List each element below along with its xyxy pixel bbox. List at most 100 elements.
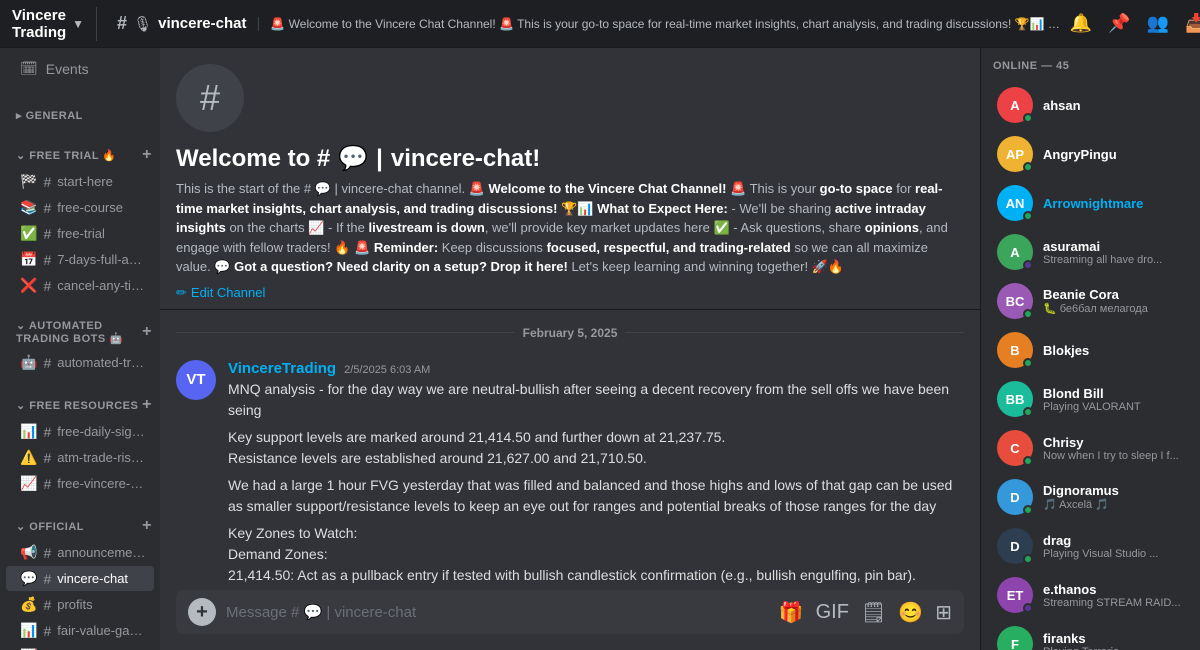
section-official-header[interactable]: ⌄ OFFICIAL + (0, 513, 160, 539)
message-avatar: VT (176, 360, 216, 400)
gif-icon[interactable]: GIF (816, 601, 849, 624)
online-user-arrownightmare[interactable]: AN Arrownightmare (985, 179, 1196, 227)
channel-icon: 📊 (20, 423, 37, 440)
server-chevron-icon: ▼ (72, 17, 84, 31)
emoji-icon[interactable]: 😊 (898, 600, 923, 625)
channel-hash: # (43, 200, 51, 216)
user-details: firanks Playing Terraria (1043, 631, 1184, 650)
user-name: Blond Bill (1043, 386, 1184, 401)
channel-icon: 🏁 (20, 173, 37, 190)
user-name: Chrisy (1043, 435, 1184, 450)
channel-name-label: fair-value-gap-stra... (57, 623, 146, 638)
channel-icon: ✅ (20, 225, 37, 242)
section-free-trial-label: ⌄ FREE TRIAL 🔥 (16, 149, 117, 162)
events-item[interactable]: 🗓 Events (6, 52, 154, 85)
messages-container[interactable]: February 5, 2025 VT VincereTrading 2/5/2… (160, 310, 980, 591)
channel-item-lemana[interactable]: 📈 # l-e-m-a-n-a-strate... (6, 644, 154, 650)
section-general-header[interactable]: ▸ general (0, 105, 160, 126)
user-name: AngryPingu (1043, 147, 1184, 162)
online-user-beanie-cora[interactable]: BC Beanie Cora 🐛 бе6бал мелагода (985, 277, 1196, 325)
channel-item-free-vincere[interactable]: 📈 # free-vincere-tradi... (6, 471, 154, 496)
members-icon[interactable]: 👥 (1147, 13, 1169, 34)
online-user-chrisy[interactable]: C Chrisy Now when I try to sleep I f... (985, 424, 1196, 472)
channel-name-label: free-daily-signal (57, 424, 146, 439)
channel-item-profits[interactable]: 💰 # profits (6, 592, 154, 617)
user-activity: Streaming all have dro... (1043, 254, 1184, 266)
channel-icon: 📊 (20, 622, 37, 639)
server-name[interactable]: Vincere Trading ▼ (12, 7, 97, 41)
topbar-divider: | (256, 15, 260, 32)
inbox-icon[interactable]: 📥 (1185, 13, 1200, 34)
online-user-dignoramus[interactable]: D Dignoramus 🎵 Axcelä 🎵 (985, 473, 1196, 521)
avatar-initials: D (1010, 490, 1019, 505)
online-user-asuramai[interactable]: A asuramai Streaming all have dro... (985, 228, 1196, 276)
channel-name-label: 7-days-full-access (57, 252, 146, 267)
edit-channel-button[interactable]: ✏ Edit Channel (176, 285, 265, 301)
section-bots-label: ⌄ AUTOMATED TRADING BOTS 🤖 (16, 319, 142, 345)
user-avatar: ET (997, 577, 1033, 613)
message-content: VincereTrading 2/5/2025 6:03 AM MNQ anal… (228, 360, 964, 591)
avatar-initials: AN (1006, 196, 1025, 211)
avatar-initials: F (1011, 637, 1019, 650)
online-user-blokjes[interactable]: B Blokjes (985, 326, 1196, 374)
bell-icon[interactable]: 🔔 (1070, 13, 1092, 34)
channel-item-7days[interactable]: 📅 # 7-days-full-access (6, 247, 154, 272)
sticker-icon[interactable]: 🗒 (861, 600, 886, 625)
user-avatar: BC (997, 283, 1033, 319)
section-bots: ⌄ AUTOMATED TRADING BOTS 🤖 + 🤖 # automat… (0, 315, 160, 376)
online-user-e-thanos[interactable]: ET e.thanos Streaming STREAM RAID... (985, 571, 1196, 619)
channel-hash: # (43, 278, 51, 294)
channel-item-free-course[interactable]: 📚 # free-course (6, 195, 154, 220)
channel-item-vincere-chat[interactable]: 💬 # vincere-chat (6, 566, 154, 591)
channel-item-fvg[interactable]: 📊 # fair-value-gap-stra... (6, 618, 154, 643)
channel-title-prefix: Welcome to # (176, 145, 330, 173)
section-bots-header[interactable]: ⌄ AUTOMATED TRADING BOTS 🤖 + (0, 315, 160, 349)
section-resources-header[interactable]: ⌄ FREE RESOURCES + (0, 392, 160, 418)
section-official-plus[interactable]: + (142, 517, 152, 535)
message-input[interactable] (226, 604, 769, 621)
channel-item-bots[interactable]: 🤖 # automated-trading-... (6, 350, 154, 375)
section-official-label: ⌄ OFFICIAL (16, 520, 84, 533)
channel-icon: ⚠️ (20, 449, 37, 466)
avatar-initials: A (1010, 98, 1019, 113)
avatar-initials: BB (1006, 392, 1025, 407)
section-general-label: ▸ general (16, 109, 83, 122)
user-details: Beanie Cora 🐛 бе6бал мелагода (1043, 287, 1184, 315)
channel-item-cancel[interactable]: ❌ # cancel-any-time (6, 273, 154, 298)
channel-hash: # (43, 597, 51, 613)
section-free-trial-plus[interactable]: + (142, 146, 152, 164)
user-avatar: C (997, 430, 1033, 466)
avatar-initials: C (1010, 441, 1019, 456)
user-details: Dignoramus 🎵 Axcelä 🎵 (1043, 483, 1184, 511)
section-bots-plus[interactable]: + (142, 323, 152, 341)
status-dot (1023, 603, 1033, 613)
topbar: Vincere Trading ▼ # 🎙 vincere-chat | 🚨 W… (0, 0, 1200, 48)
date-divider-text: February 5, 2025 (523, 326, 618, 340)
channel-item-daily-signal[interactable]: 📊 # free-daily-signal (6, 419, 154, 444)
channel-item-free-trial[interactable]: ✅ # free-trial (6, 221, 154, 246)
channel-hash: # (43, 571, 51, 587)
online-user-firanks[interactable]: F firanks Playing Terraria (985, 620, 1196, 650)
chat-area: # Welcome to # 💬 | vincere-chat! This is… (160, 48, 980, 650)
add-attachment-button[interactable]: + (188, 598, 216, 626)
channel-hash: # (43, 355, 51, 371)
online-user-drag[interactable]: D drag Playing Visual Studio ... (985, 522, 1196, 570)
avatar-initials: BC (1006, 294, 1025, 309)
channel-item-announcements[interactable]: 📢 # announcements (6, 540, 154, 565)
section-free-trial-header[interactable]: ⌄ FREE TRIAL 🔥 + (0, 142, 160, 168)
section-resources-plus[interactable]: + (142, 396, 152, 414)
status-dot (1023, 505, 1033, 515)
section-resources-label: ⌄ FREE RESOURCES (16, 399, 138, 412)
apps-icon[interactable]: ⊞ (935, 600, 952, 625)
online-user-angrypingu[interactable]: AP AngryPingu (985, 130, 1196, 178)
channel-name-label: free-vincere-tradi... (57, 476, 146, 491)
channel-header-desc: This is the start of the # 💬 | vincere-c… (176, 179, 964, 277)
gift-icon[interactable]: 🎁 (779, 600, 804, 625)
user-name: drag (1043, 533, 1184, 548)
online-user-ahsan[interactable]: A ahsan (985, 81, 1196, 129)
online-user-blond-bill[interactable]: BB Blond Bill Playing VALORANT (985, 375, 1196, 423)
channel-item-start-here[interactable]: 🏁 # start-here (6, 169, 154, 194)
user-name: Beanie Cora (1043, 287, 1184, 302)
pin-icon[interactable]: 📌 (1108, 13, 1130, 34)
channel-item-atm-risk[interactable]: ⚠️ # atm-trade-risk-cal... (6, 445, 154, 470)
